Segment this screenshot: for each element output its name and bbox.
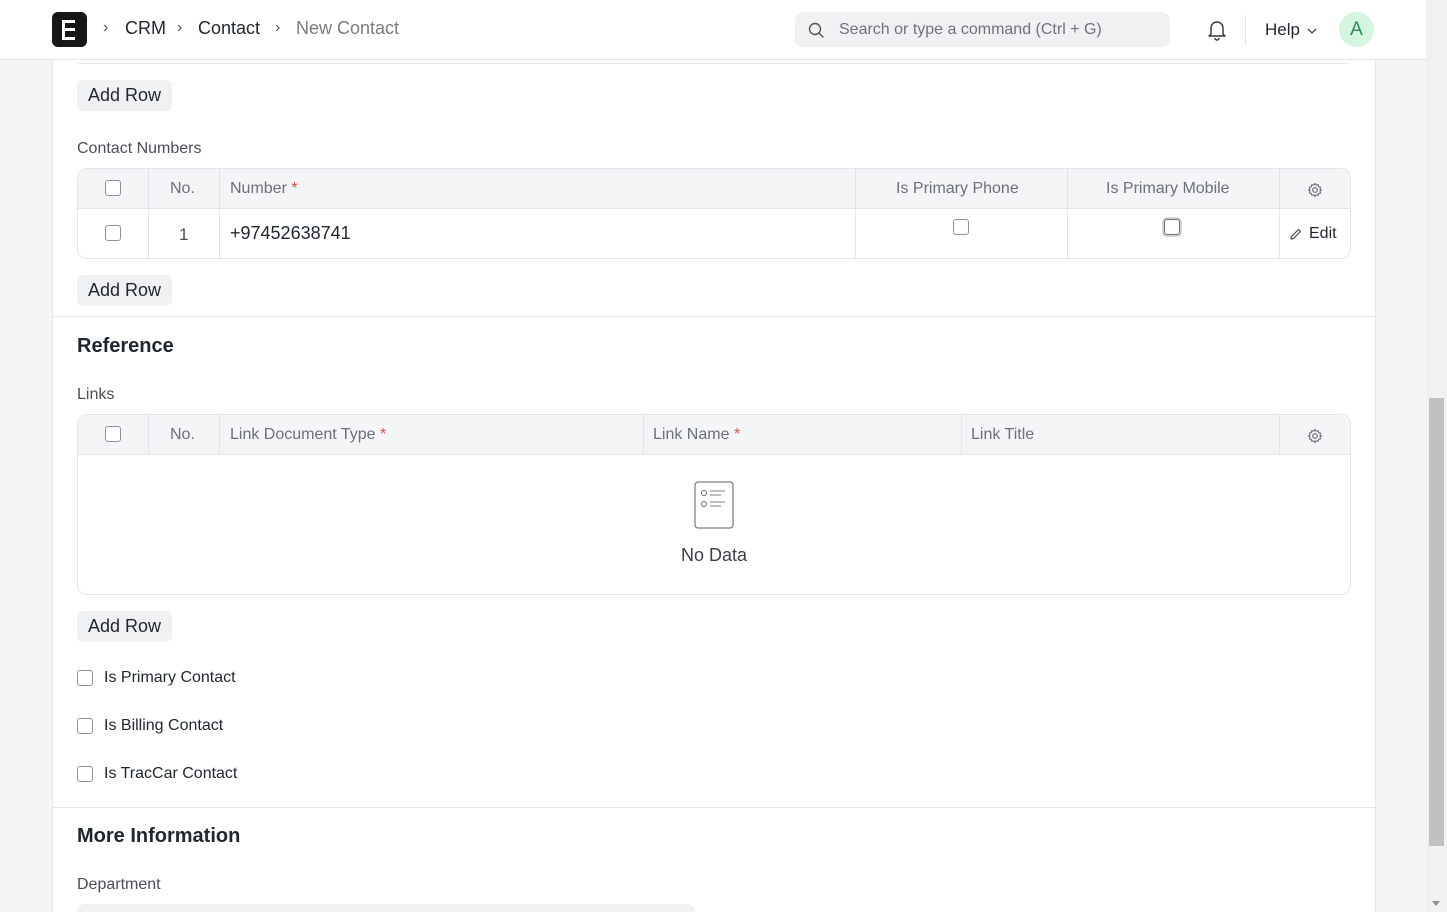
department-input[interactable] <box>77 904 695 912</box>
is-billing-contact-checkbox[interactable] <box>77 718 93 734</box>
search-bar[interactable] <box>795 12 1170 47</box>
column-no: No. <box>170 180 195 197</box>
column-no: No. <box>170 426 195 443</box>
column-link-name: Link Name * <box>653 426 741 443</box>
column-link-document-type: Link Document Type * <box>230 426 387 443</box>
grid-divider <box>219 415 220 454</box>
grid-header: No. Link Document Type * Link Name * Lin… <box>78 415 1350 455</box>
breadcrumb-contact[interactable]: Contact <box>198 18 260 39</box>
previous-grid-bottom <box>77 63 1349 64</box>
grid-divider <box>643 415 644 454</box>
grid-divider <box>148 415 149 454</box>
navbar: › CRM › Contact › New Contact Help A <box>0 0 1426 60</box>
notification-bell-icon[interactable] <box>1206 19 1228 41</box>
section-divider <box>53 316 1375 317</box>
is-billing-contact-label: Is Billing Contact <box>104 717 224 734</box>
gear-icon[interactable] <box>1307 182 1323 198</box>
breadcrumb-new-contact: New Contact <box>296 18 400 38</box>
select-all-checkbox[interactable] <box>105 180 121 196</box>
navbar-divider <box>1245 15 1246 45</box>
is-traccar-contact-checkbox[interactable] <box>77 766 93 782</box>
chevron-right-icon: › <box>275 19 281 36</box>
column-number: Number * <box>230 180 298 197</box>
grid-header: No. Number * Is Primary Phone Is Primary… <box>78 169 1350 209</box>
gear-icon[interactable] <box>1307 428 1323 444</box>
breadcrumb-crm[interactable]: CRM <box>125 18 166 39</box>
scroll-down-arrow-icon[interactable] <box>1432 901 1440 906</box>
form-card: Add Row Contact Numbers No. Number * Is … <box>52 60 1376 912</box>
search-input[interactable] <box>839 12 1159 47</box>
scrollbar-thumb[interactable] <box>1429 398 1444 846</box>
more-information-section-title: More Information <box>77 825 241 847</box>
search-icon <box>808 22 824 38</box>
grid-divider <box>961 415 962 454</box>
column-link-title: Link Title <box>971 426 1035 443</box>
department-label: Department <box>77 876 161 893</box>
add-row-button-emails[interactable]: Add Row <box>77 80 173 111</box>
phone-number-value[interactable]: +97452638741 <box>230 223 351 244</box>
chevron-right-icon: › <box>177 19 183 36</box>
links-label: Links <box>77 386 115 403</box>
no-data-text: No Data <box>680 545 748 565</box>
help-menu[interactable]: Help <box>1265 20 1300 40</box>
column-is-primary-phone: Is Primary Phone <box>896 180 1019 197</box>
is-primary-contact-checkbox[interactable] <box>77 670 93 686</box>
is-primary-phone-checkbox[interactable] <box>953 219 969 235</box>
chevron-down-icon[interactable] <box>1306 26 1318 36</box>
table-row[interactable]: 1 +97452638741 Edit <box>78 209 1350 258</box>
is-primary-mobile-checkbox[interactable] <box>1164 219 1180 235</box>
edit-label: Edit <box>1309 225 1337 242</box>
reference-section-title: Reference <box>77 335 174 357</box>
add-row-button-contact-numbers[interactable]: Add Row <box>77 275 173 306</box>
is-primary-contact-label: Is Primary Contact <box>104 669 236 686</box>
contact-numbers-label: Contact Numbers <box>77 140 202 157</box>
select-all-checkbox[interactable] <box>105 426 121 442</box>
row-select-checkbox[interactable] <box>105 225 121 241</box>
row-number: 1 <box>179 225 189 244</box>
page-scrollbar[interactable] <box>1426 0 1447 912</box>
empty-list-icon <box>694 481 734 529</box>
links-grid: No. Link Document Type * Link Name * Lin… <box>77 414 1351 595</box>
is-traccar-contact-label: Is TracCar Contact <box>104 765 238 782</box>
chevron-right-icon: › <box>103 19 109 36</box>
grid-divider <box>1279 415 1280 454</box>
user-avatar[interactable]: A <box>1339 12 1374 47</box>
column-is-primary-mobile: Is Primary Mobile <box>1106 180 1230 197</box>
pencil-icon <box>1290 228 1302 240</box>
contact-numbers-grid: No. Number * Is Primary Phone Is Primary… <box>77 168 1351 259</box>
app-logo[interactable] <box>52 12 87 47</box>
section-divider <box>53 807 1375 808</box>
edit-row-button[interactable]: Edit <box>1289 223 1345 245</box>
add-row-button-links[interactable]: Add Row <box>77 611 173 642</box>
